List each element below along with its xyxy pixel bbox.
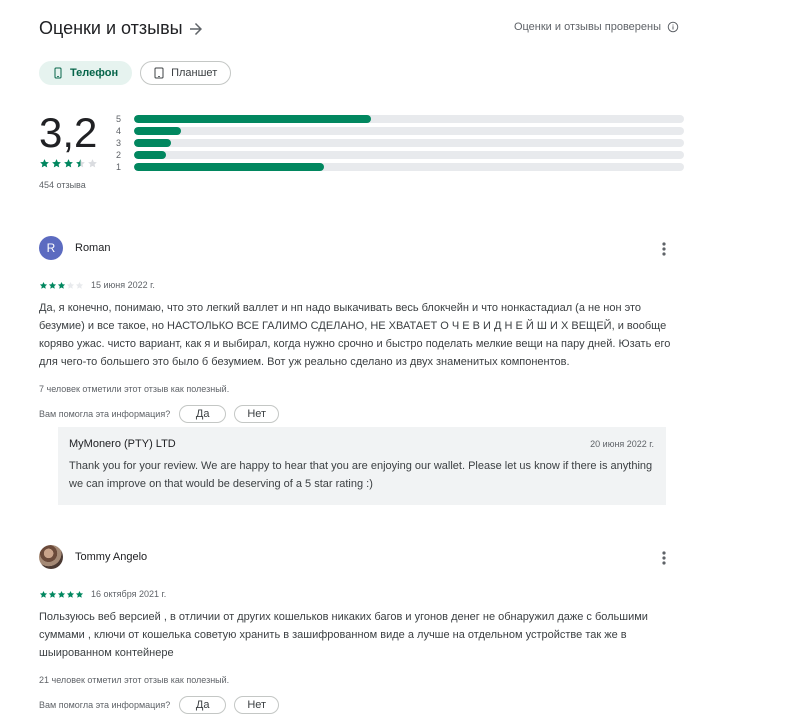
review-count: 454 отзыва — [39, 180, 86, 190]
star-icon — [66, 590, 75, 598]
verified-label: Оценки и отзывы проверены — [513, 21, 661, 33]
reply-date: 20 июня 2022 г. — [590, 439, 654, 449]
histogram-row-5: 5 — [116, 113, 684, 125]
reply-text: Thank you for your review. We are happy … — [69, 460, 653, 490]
review-author: Roman — [75, 242, 111, 254]
yes-button[interactable]: Да — [179, 696, 227, 714]
review-text: Да, я конечно, понимаю, что это легкий в… — [39, 302, 671, 368]
star-icon — [75, 590, 84, 598]
histogram-track — [134, 127, 684, 135]
helpful-count: 7 человек отметили этот отзыв как полезн… — [39, 384, 230, 394]
tab-phone[interactable]: Телефон — [39, 61, 133, 85]
review-date: 15 июня 2022 г. — [91, 280, 155, 290]
review-card: R Roman 15 июня 2022 г. Да, я конечно, п… — [39, 236, 684, 423]
tab-phone-label: Телефон — [70, 67, 119, 79]
no-button[interactable]: Нет — [234, 696, 280, 714]
phone-icon — [54, 67, 62, 79]
avatar — [39, 545, 63, 569]
star-icon — [57, 590, 66, 598]
verified-ratings-link[interactable]: Оценки и отзывы проверены — [514, 21, 679, 33]
helpful-question: Вам помогла эта информация? — [39, 700, 171, 710]
histogram-label: 3 — [116, 138, 122, 148]
star-icon — [57, 281, 66, 289]
star-icon — [48, 590, 57, 598]
star-icon — [48, 281, 57, 289]
histogram-row-3: 3 — [116, 137, 684, 149]
avatar: R — [39, 236, 63, 260]
histogram-label: 1 — [116, 162, 122, 172]
star-icon — [40, 159, 49, 168]
review-stars — [39, 281, 84, 290]
more-options-icon[interactable] — [657, 240, 671, 258]
review-stars — [39, 590, 84, 599]
no-button[interactable]: Нет — [234, 405, 280, 423]
section-title[interactable]: Оценки и отзывы — [39, 18, 183, 39]
star-icon — [64, 159, 73, 168]
star-icon — [39, 281, 48, 289]
histogram-bar — [134, 115, 371, 123]
tab-tablet-label: Планшет — [171, 67, 218, 79]
histogram-bar — [134, 139, 172, 147]
ratings-header: Оценки и отзывы Оценки и отзывы проверен… — [39, 16, 679, 42]
histogram-track — [134, 139, 684, 147]
review-date: 16 октября 2021 г. — [91, 589, 167, 599]
histogram-track — [134, 163, 684, 171]
star-icon — [66, 281, 75, 289]
histogram-track — [134, 151, 684, 159]
review-text: Пользуюсь веб версией , в отличии от дру… — [39, 611, 648, 659]
helpful-count: 21 человек отметил этот отзыв как полезн… — [39, 675, 230, 685]
star-icon — [75, 281, 84, 289]
histogram-row-2: 2 — [116, 149, 684, 161]
histogram-track — [134, 115, 684, 123]
helpful-question: Вам помогла эта информация? — [39, 409, 171, 419]
review-author: Tommy Angelo — [75, 551, 148, 563]
info-icon[interactable] — [667, 21, 679, 33]
reply-author: MyMonero (PTY) LTD — [69, 438, 176, 450]
histogram-row-1: 1 — [116, 161, 684, 173]
histogram-label: 2 — [116, 150, 122, 160]
histogram-bar — [134, 127, 182, 135]
histogram-label: 4 — [116, 126, 122, 136]
developer-reply: MyMonero (PTY) LTD 20 июня 2022 г. Thank… — [58, 427, 666, 505]
histogram-label: 5 — [116, 114, 122, 124]
rating-histogram: 5 4 3 2 1 — [116, 113, 684, 173]
more-options-icon[interactable] — [657, 549, 671, 567]
histogram-row-4: 4 — [116, 125, 684, 137]
star-icon — [39, 590, 48, 598]
histogram-bar — [134, 151, 166, 159]
yes-button[interactable]: Да — [179, 405, 227, 423]
tablet-icon — [154, 67, 164, 79]
star-icon — [52, 159, 61, 168]
review-card: Tommy Angelo 16 октября 2021 г. Пользуюс… — [39, 545, 684, 714]
star-icon — [88, 159, 97, 168]
histogram-bar — [134, 163, 324, 171]
star-icon — [76, 159, 85, 168]
device-tabs: Телефон Планшет — [39, 61, 232, 85]
tab-tablet[interactable]: Планшет — [140, 61, 232, 85]
arrow-right-icon[interactable] — [187, 20, 205, 38]
